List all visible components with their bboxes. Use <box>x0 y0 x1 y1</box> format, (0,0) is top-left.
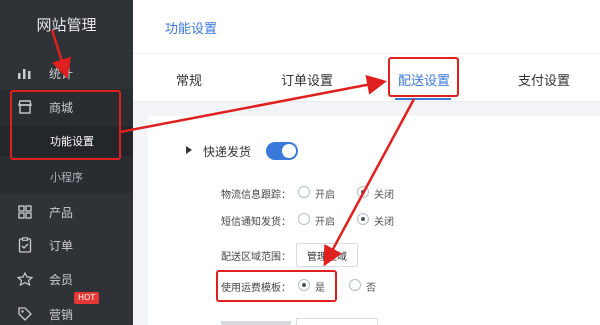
sidebar-item-marketing[interactable]: 营销 <box>0 299 133 325</box>
sidebar-item-label: 订单 <box>49 238 74 253</box>
tab-general[interactable]: 常规 <box>176 70 202 89</box>
sms-off-label: 关闭 <box>374 217 394 228</box>
hot-badge: HOT <box>74 292 100 304</box>
sidebar-item-label: 统计 <box>49 66 74 81</box>
active-tab-indicator <box>395 98 451 100</box>
template-no-radio[interactable] <box>349 279 361 291</box>
sidebar-item-label: 产品 <box>49 205 74 220</box>
toggle-knob <box>282 144 296 158</box>
collapse-caret-icon[interactable] <box>186 146 192 154</box>
page-header: 功能设置 <box>133 0 600 54</box>
tab-delivery-settings[interactable]: 配送设置 <box>398 70 450 89</box>
tracking-on-label: 开启 <box>315 190 335 201</box>
cutoff-row-label <box>221 321 291 325</box>
settings-tabs: 常规 订单设置 配送设置 支付设置 <box>133 54 600 102</box>
delivery-settings-panel: 快递发货 物流信息跟踪： 开启 关闭 短信通知发货： 开启 关闭 配送区域范围：… <box>148 116 600 325</box>
tab-payment-settings[interactable]: 支付设置 <box>518 70 570 89</box>
sidebar-subitem-mini-program[interactable]: 小程序 <box>0 162 133 192</box>
template-yes-label: 是 <box>315 283 325 294</box>
express-delivery-toggle[interactable] <box>266 142 298 160</box>
order-icon <box>17 237 33 253</box>
sms-off-radio[interactable] <box>357 213 369 225</box>
sidebar-subitem-feature-settings[interactable]: 功能设置 <box>0 126 133 156</box>
sidebar-subitem-label: 小程序 <box>50 171 83 184</box>
cutoff-row-input[interactable] <box>296 318 378 325</box>
sidebar-item-label: 商城 <box>49 100 74 115</box>
sms-on-label: 开启 <box>315 217 335 228</box>
sidebar-item-members[interactable]: 会员 <box>0 264 133 294</box>
member-icon <box>17 271 33 287</box>
template-no-label: 否 <box>366 283 376 294</box>
tab-order-settings[interactable]: 订单设置 <box>281 70 333 89</box>
template-yes-radio[interactable] <box>298 279 310 291</box>
sidebar-item-label: 营销 <box>49 307 74 322</box>
bar-chart-icon <box>17 65 33 81</box>
sms-on-radio[interactable] <box>298 213 310 225</box>
tracking-on-radio[interactable] <box>298 186 310 198</box>
grid-icon <box>17 204 33 220</box>
sidebar-item-label: 会员 <box>49 272 74 287</box>
sidebar-subitem-label: 功能设置 <box>50 135 94 148</box>
sidebar-item-orders[interactable]: 订单 <box>0 230 133 260</box>
tracking-off-label: 关闭 <box>374 190 394 201</box>
section-title: 快递发货 <box>203 145 252 159</box>
manage-area-button[interactable]: 管理区域 <box>296 243 358 267</box>
tracking-off-radio[interactable] <box>357 186 369 198</box>
sidebar-item-products[interactable]: 产品 <box>0 197 133 227</box>
sidebar-brand: 网站管理 <box>36 16 97 34</box>
sidebar: 网站管理 统计 商城 功能设置 小程序 产品 订单 会员 营销 HOT <box>0 0 133 325</box>
tag-icon <box>17 306 33 322</box>
store-icon <box>17 99 33 115</box>
template-label: 使用运费模板： <box>221 283 291 294</box>
range-label: 配送区域范围： <box>221 252 291 263</box>
sidebar-item-store[interactable]: 商城 <box>0 92 133 122</box>
tracking-label: 物流信息跟踪： <box>221 190 291 201</box>
sms-label: 短信通知发货： <box>221 217 291 228</box>
page-title: 功能设置 <box>165 22 218 37</box>
sidebar-item-stats[interactable]: 统计 <box>0 58 133 88</box>
